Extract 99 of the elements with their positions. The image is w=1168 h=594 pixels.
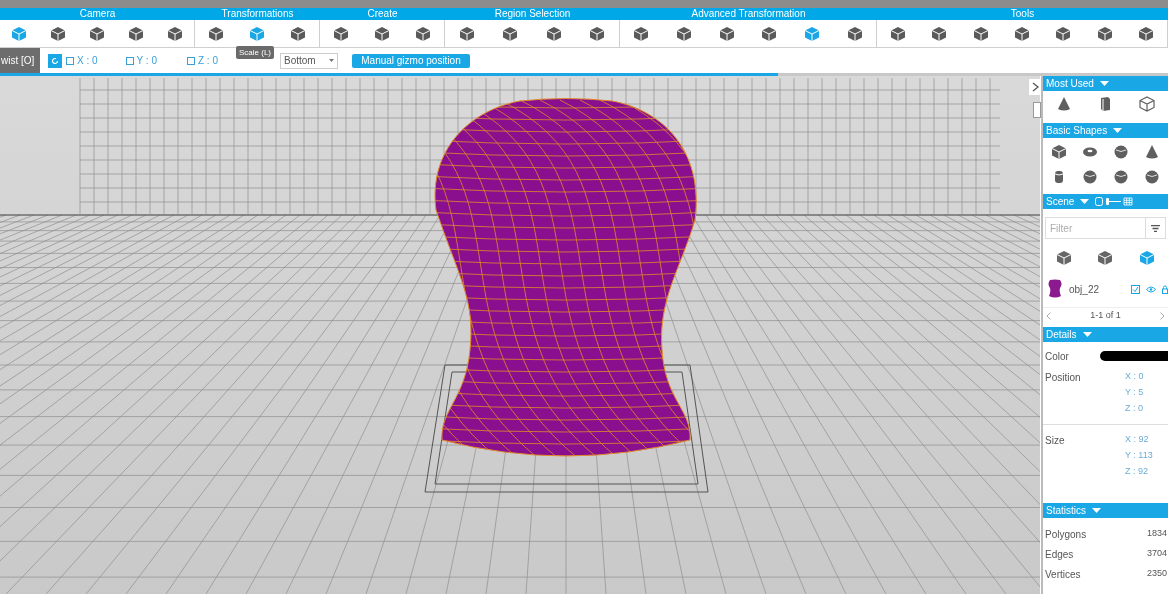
mode-label: wist [O] [0,48,40,73]
view-mode-button[interactable] [1138,249,1157,267]
object-name[interactable]: obj_22 [1069,281,1125,297]
section-title: Scene [1046,195,1075,209]
cube-icon [1055,250,1072,266]
cube-icon [718,25,735,42]
cube-icon [1055,25,1072,42]
tooltip: Scale (L) [236,46,274,59]
cube-icon [589,25,606,42]
origin-dropdown[interactable]: Bottom [280,52,338,69]
cube-icon [290,25,307,42]
axis-label: X : 0 [77,54,98,68]
cube-icon [633,25,650,42]
axis-value: Y : 113 [1125,449,1153,461]
cube-icon [11,25,28,42]
sphere-shape-icon[interactable] [1081,169,1098,185]
group-label: Transformations [221,8,294,19]
lock-icon[interactable] [1162,284,1168,294]
axis-value: X : 0 [1125,370,1144,382]
cube-icon [1013,25,1030,42]
cube-icon [803,25,820,42]
caret-down-icon[interactable] [1099,81,1109,86]
cube-icon [374,25,390,42]
cube-icon [1139,250,1156,266]
view-mode-button[interactable] [1096,249,1115,267]
collapse-panel-button[interactable] [1029,79,1041,95]
axis-checkbox[interactable] [66,56,74,65]
rotate-toggle-button[interactable] [48,53,62,68]
axis-checkbox[interactable] [125,56,134,65]
stat-value: 2350 [1146,567,1167,581]
stat-value: 1834 [1146,527,1167,541]
section-title: Most Used [1046,77,1094,91]
stat-label: Edges [1045,547,1074,562]
cube-icon [415,25,432,42]
cube-shape-icon[interactable] [1050,144,1067,160]
group-label: Tools [1010,8,1035,19]
filter-field[interactable]: Filter [1045,217,1146,239]
caret-down-icon[interactable] [1082,332,1092,337]
pager-text: 1-1 of 1 [1090,308,1121,322]
group-label: Advanced Transformation [691,8,806,19]
color-label: Color [1045,349,1070,364]
cube-icon [1097,250,1114,266]
cone-shape-icon[interactable] [1144,144,1161,160]
cube-icon [1138,25,1155,42]
sphere-shape-icon[interactable] [1144,169,1161,185]
cube-icon [1096,25,1113,42]
group-label: Region Selection [494,8,571,19]
cube-icon [166,25,183,42]
wire-shape-icon[interactable] [1139,96,1156,112]
section-title: Details [1046,328,1077,342]
cube-icon [332,25,349,42]
panel-tab[interactable] [1033,102,1041,118]
cube-icon [50,25,67,42]
property-label: Position [1045,371,1082,385]
cube-icon [846,25,863,42]
caret-down-icon[interactable] [1092,508,1101,513]
eye-icon[interactable] [1146,285,1156,293]
cube-icon [761,25,778,42]
cube-icon [249,25,265,42]
axis-value: Y : 5 [1125,386,1144,398]
property-label: Size [1045,434,1066,448]
group-label: Create [367,8,398,19]
filter-icon [1151,224,1160,232]
section-title: Basic Shapes [1046,124,1108,138]
cube-icon [127,25,144,42]
visibility-checkbox[interactable] [1131,284,1140,294]
cube-icon [931,25,948,42]
axis-label: Z : 0 [197,54,218,68]
view-mode-button[interactable] [1054,249,1073,267]
axis-label: Y : 0 [136,54,157,68]
cube-icon [972,25,989,42]
cube-icon [676,25,692,42]
axis-checkbox[interactable] [186,56,195,65]
cube-icon [502,25,519,42]
axis-value: Z : 0 [1125,402,1144,414]
sphere-shape-icon[interactable] [1113,169,1130,185]
chevron-right-icon [1031,82,1039,92]
caret-down-icon [329,59,334,62]
color-swatch[interactable] [1100,351,1168,361]
cube-icon [89,25,105,42]
cube-icon [458,25,475,42]
group-label: Camera [79,8,116,19]
stat-label: Vertices [1045,567,1081,582]
vase-thumbnail-icon [1047,279,1063,299]
cube-icon [889,25,906,42]
caret-down-icon[interactable] [1080,199,1090,204]
cone-shape-icon[interactable] [1055,96,1072,112]
stat-value: 3704 [1146,547,1167,561]
stat-label: Polygons [1045,527,1087,542]
cube-icon [545,25,562,42]
rotate-icon [51,56,59,65]
axis-value: X : 92 [1125,433,1150,445]
view-toggle-icon[interactable] [1095,197,1134,206]
caret-down-icon[interactable] [1113,128,1123,133]
filter-button[interactable] [1146,217,1166,239]
axis-value: Z : 92 [1125,465,1149,477]
section-title: Statistics [1046,504,1086,518]
sphere-shape-icon[interactable] [1113,144,1130,160]
cube-icon [207,25,224,42]
